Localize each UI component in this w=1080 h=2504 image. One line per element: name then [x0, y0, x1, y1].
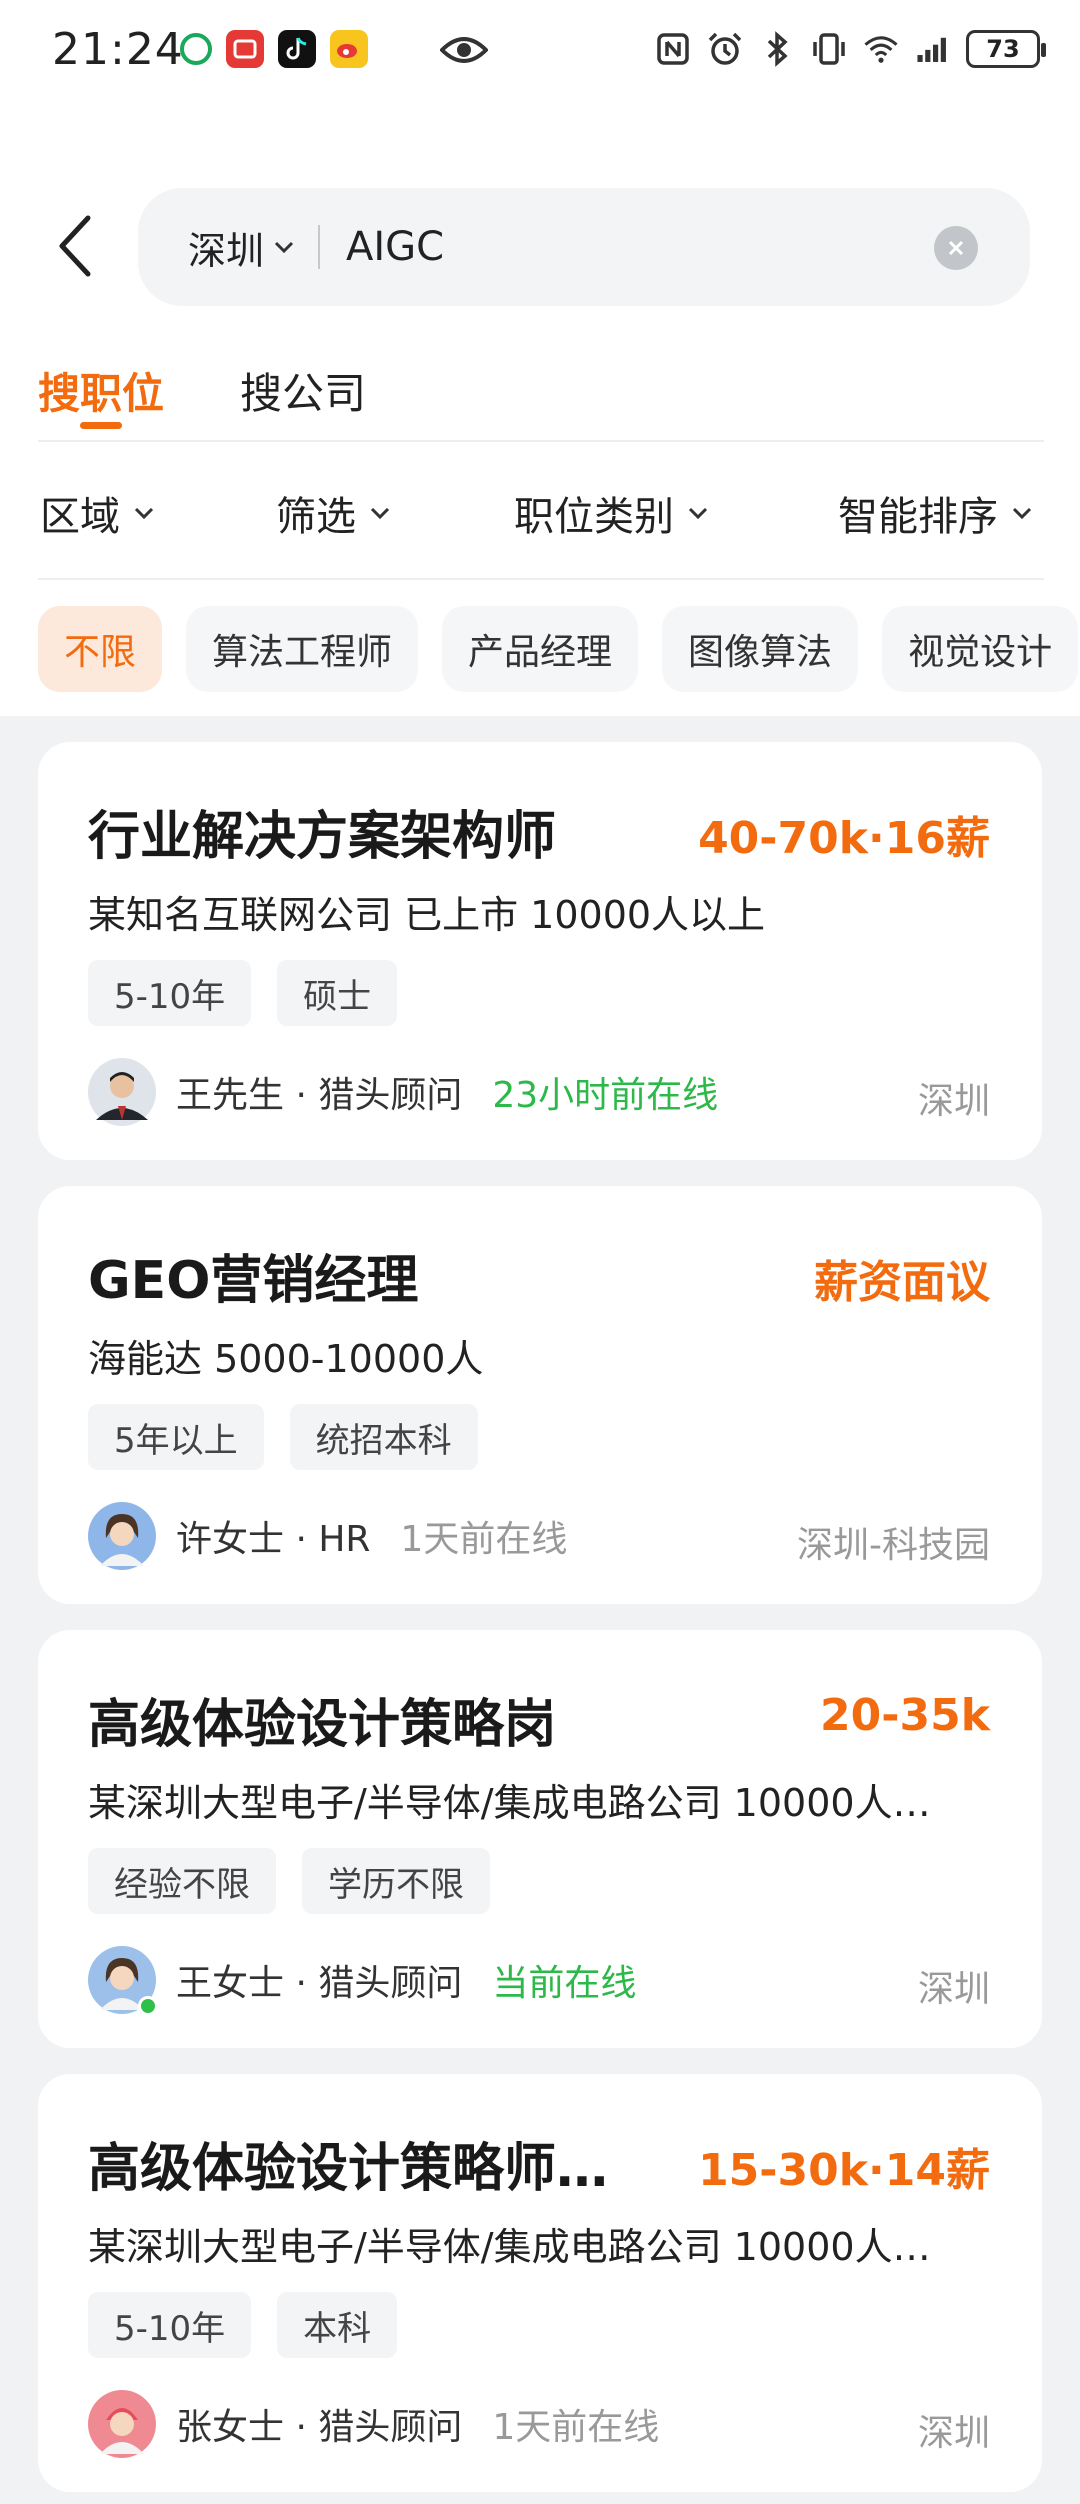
- wifi-icon: [864, 36, 898, 63]
- chip-visual-design[interactable]: 视觉设计: [882, 606, 1079, 692]
- avatar: [88, 1058, 156, 1126]
- job-location: 深圳: [917, 1969, 990, 2010]
- filter-sort[interactable]: 智能排序: [838, 484, 1034, 542]
- vibrate-icon: [813, 33, 845, 65]
- avatar: [88, 1502, 156, 1570]
- status-bar: 21:24 73: [0, 0, 1080, 104]
- top-area: 21:24 73 深圳 AIGC 搜职位 搜公司 区域 筛选 职位类别 智能排序…: [0, 0, 1080, 716]
- chip-image-algorithm[interactable]: 图像算法: [662, 606, 859, 692]
- online-status: 23小时前在线: [492, 1075, 719, 1116]
- tag-education: 硕士: [277, 960, 398, 1026]
- tab-search-companies[interactable]: 搜公司: [240, 360, 366, 430]
- notification-icons: [180, 30, 368, 68]
- tab-search-jobs[interactable]: 搜职位: [38, 360, 164, 430]
- tag-experience: 经验不限: [88, 1848, 276, 1914]
- job-title: 高级体验设计策略岗: [88, 1695, 557, 1755]
- job-salary: 15-30k·14薪: [698, 2145, 990, 2196]
- company-info: 某深圳大型电子/半导体/集成电路公司 10000人…: [88, 1781, 931, 1825]
- chip-algorithm-engineer[interactable]: 算法工程师: [186, 606, 419, 692]
- job-salary: 20-35k: [820, 1690, 990, 1741]
- job-tags: 5年以上 统招本科: [88, 1404, 478, 1470]
- tag-education: 学历不限: [302, 1848, 490, 1914]
- chevron-down-icon: [1012, 507, 1032, 520]
- filter-screen-label: 筛选: [276, 494, 356, 540]
- company-info: 某深圳大型电子/半导体/集成电路公司 10000人…: [88, 2225, 931, 2269]
- online-status: 当前在线: [492, 1963, 637, 2004]
- eye-icon: [440, 37, 488, 63]
- close-icon: [948, 240, 964, 256]
- filter-area-label: 区域: [40, 494, 120, 540]
- job-location: 深圳: [917, 2413, 990, 2454]
- recruiter-name: 张女士 · 猎头顾问: [176, 2407, 463, 2448]
- job-salary: 薪资面议: [814, 1257, 990, 1308]
- chevron-down-icon: [688, 507, 708, 520]
- filter-area[interactable]: 区域: [40, 484, 156, 542]
- chip-unlimited[interactable]: 不限: [38, 606, 163, 692]
- search-divider: [318, 225, 321, 269]
- online-status: 1天前在线: [492, 2407, 660, 2448]
- recruiter-name: 王先生 · 猎头顾问: [176, 1075, 463, 1116]
- search-box[interactable]: 深圳 AIGC: [138, 188, 1030, 306]
- chip-product-manager[interactable]: 产品经理: [442, 606, 639, 692]
- filter-job-category-label: 职位类别: [514, 494, 674, 540]
- chevron-down-icon: [134, 507, 154, 520]
- recruiter-info: 许女士 · HR 1天前在线: [88, 1500, 567, 1572]
- china-mobile-icon: [180, 33, 212, 65]
- job-salary: 40-70k·16薪: [698, 813, 990, 864]
- company-info: 海能达 5000-10000人: [88, 1337, 484, 1381]
- recruiter-info: 张女士 · 猎头顾问 1天前在线: [88, 2388, 659, 2460]
- job-card[interactable]: GEO营销经理 薪资面议 海能达 5000-10000人 5年以上 统招本科 许…: [38, 1186, 1042, 1604]
- tag-education: 统招本科: [289, 1404, 478, 1470]
- company-info: 某知名互联网公司 已上市 10000人以上: [88, 893, 766, 937]
- alarm-icon: [708, 32, 742, 65]
- filter-job-category[interactable]: 职位类别: [514, 484, 710, 542]
- job-title: GEO营销经理: [88, 1251, 419, 1311]
- job-tags: 5-10年 硕士: [88, 960, 398, 1026]
- job-title: 高级体验设计策略师…: [88, 2139, 609, 2199]
- filters-divider: [38, 578, 1044, 580]
- job-tags: 5-10年 本科: [88, 2292, 398, 2358]
- recruiter-name: 许女士 · HR: [176, 1519, 371, 1560]
- tag-education: 本科: [277, 2292, 398, 2358]
- online-dot: [138, 1996, 158, 2016]
- city-label: 深圳: [188, 228, 265, 273]
- job-location: 深圳: [917, 1081, 990, 1122]
- category-chips: 不限 算法工程师 产品经理 图像算法 视觉设计: [38, 606, 1079, 692]
- recruiter-name: 王女士 · 猎头顾问: [176, 1963, 463, 2004]
- battery-indicator: 73: [966, 30, 1046, 68]
- status-time: 21:24: [52, 24, 184, 75]
- tag-experience: 5-10年: [88, 2292, 252, 2358]
- avatar: [88, 1946, 158, 2016]
- online-status: 1天前在线: [400, 1519, 568, 1560]
- system-icons: 73: [654, 30, 1046, 68]
- filter-sort-label: 智能排序: [838, 494, 998, 540]
- search-input[interactable]: AIGC: [346, 224, 444, 270]
- back-button[interactable]: [48, 206, 108, 286]
- nfc-icon: [657, 33, 689, 65]
- search-type-tabs: 搜职位 搜公司: [38, 360, 366, 430]
- weibo-icon: [330, 30, 368, 68]
- city-selector[interactable]: 深圳: [188, 220, 296, 275]
- job-location: 深圳-科技园: [797, 1525, 990, 1566]
- bluetooth-icon: [767, 31, 788, 67]
- signal-icon: [917, 37, 946, 62]
- chevron-down-icon: [274, 241, 294, 254]
- tag-experience: 5年以上: [88, 1404, 264, 1470]
- avatar: [88, 2390, 156, 2458]
- filter-bar: 区域 筛选 职位类别 智能排序: [0, 484, 1080, 544]
- tiktok-icon: [278, 30, 316, 68]
- tag-experience: 5-10年: [88, 960, 252, 1026]
- chevron-down-icon: [370, 507, 390, 520]
- recruiter-info: 王先生 · 猎头顾问 23小时前在线: [88, 1056, 718, 1128]
- tabs-divider: [38, 440, 1044, 442]
- red-app-icon: [226, 30, 264, 68]
- recruiter-info: 王女士 · 猎头顾问 当前在线: [88, 1944, 636, 2016]
- job-card[interactable]: 高级体验设计策略师… 15-30k·14薪 某深圳大型电子/半导体/集成电路公司…: [38, 2074, 1042, 2492]
- clear-search-button[interactable]: [934, 226, 978, 270]
- job-card[interactable]: 行业解决方案架构师 40-70k·16薪 某知名互联网公司 已上市 10000人…: [38, 742, 1042, 1160]
- job-title: 行业解决方案架构师: [88, 807, 557, 867]
- filter-screen[interactable]: 筛选: [276, 484, 392, 542]
- job-tags: 经验不限 学历不限: [88, 1848, 490, 1914]
- job-card[interactable]: 高级体验设计策略岗 20-35k 某深圳大型电子/半导体/集成电路公司 1000…: [38, 1630, 1042, 2048]
